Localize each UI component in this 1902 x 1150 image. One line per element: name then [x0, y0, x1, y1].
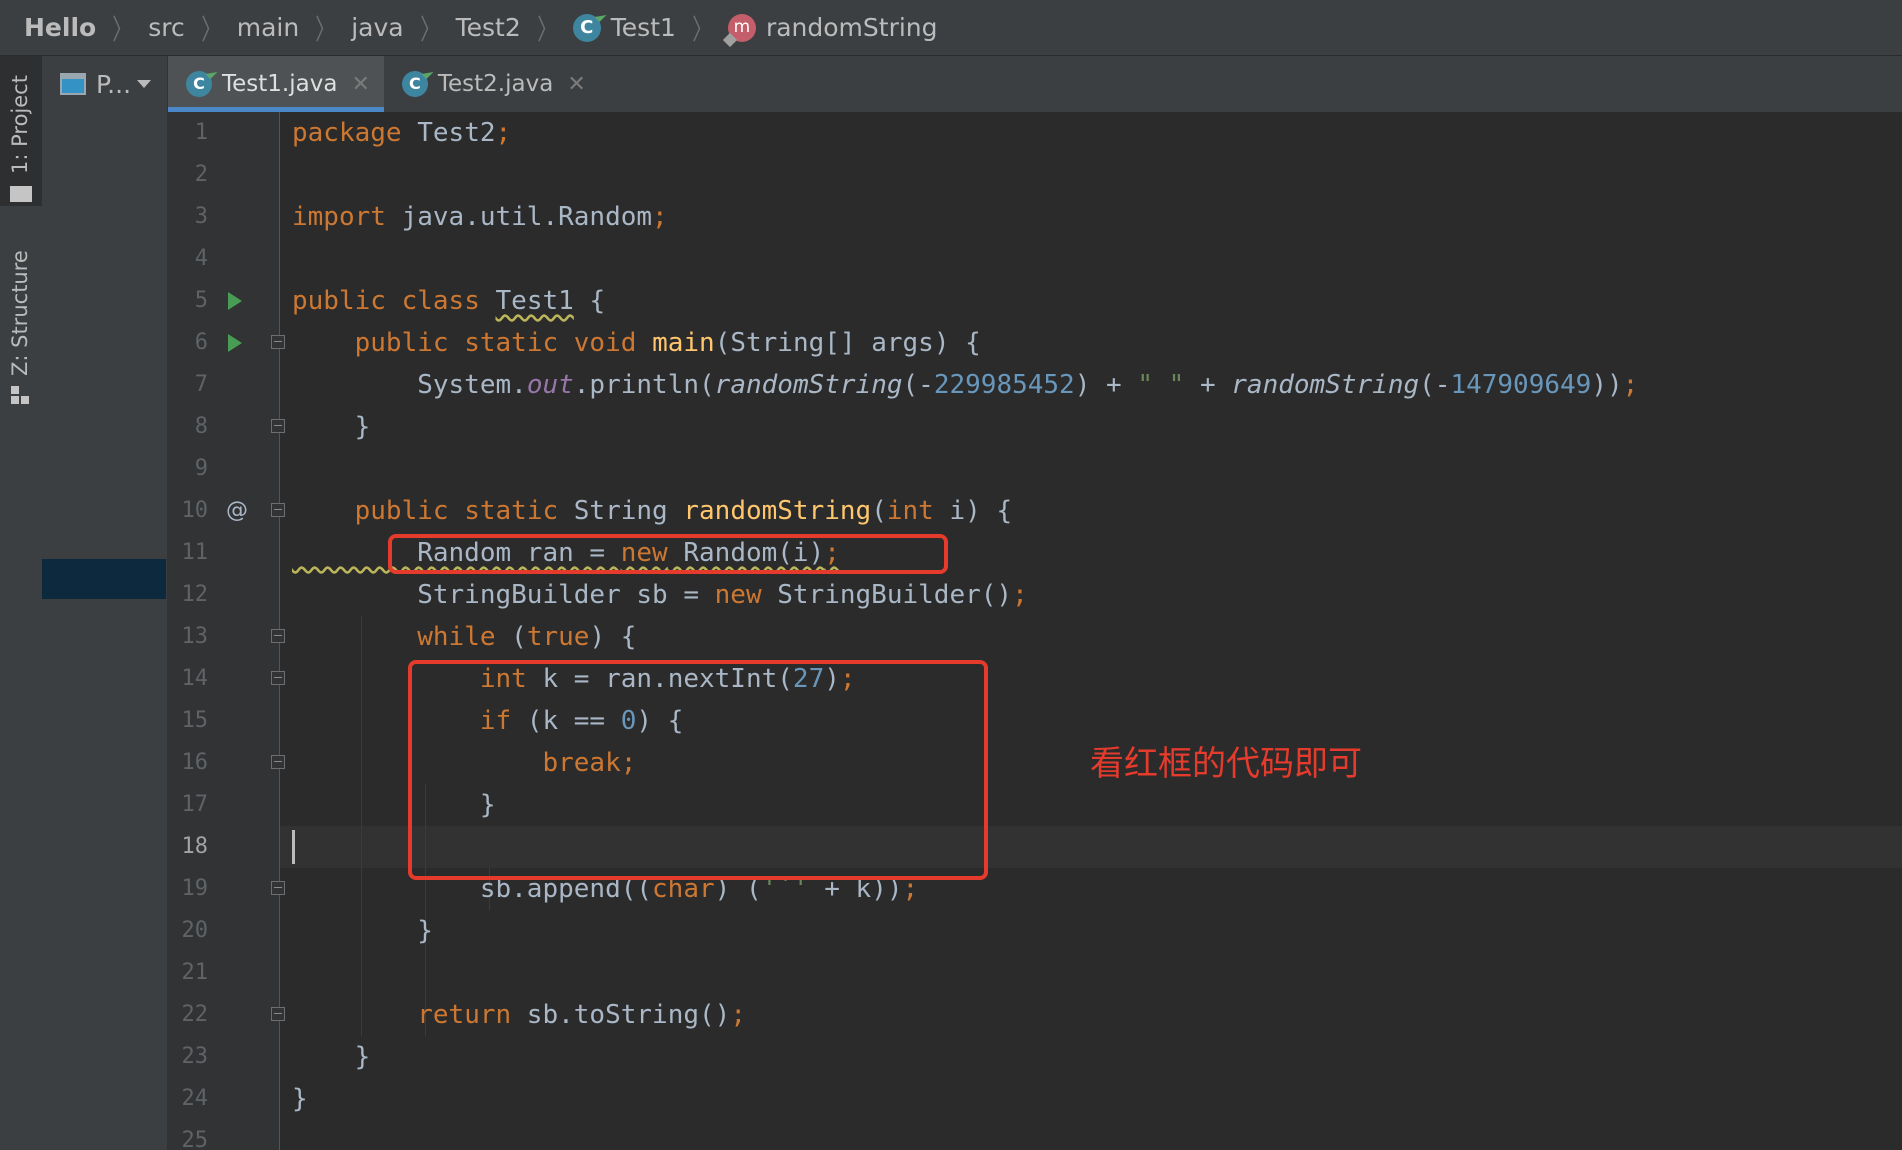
highlight-box-random: [388, 534, 948, 574]
tool-window-strip: 1: Project Z: Structure: [0, 56, 43, 1150]
tab-test1-java[interactable]: C Test1.java ✕: [168, 56, 384, 112]
breadcrumb-class-label: Test1: [610, 13, 676, 42]
code-line[interactable]: public static void main(String[] args) {: [292, 322, 981, 364]
line-number: 4: [194, 246, 208, 271]
line-number: 25: [181, 1128, 209, 1150]
chevron-down-icon: [137, 80, 152, 88]
code-line[interactable]: }: [292, 1036, 371, 1078]
fold-icon[interactable]: [271, 671, 285, 685]
line-number: 22: [181, 1002, 209, 1027]
project-view-icon: [60, 73, 86, 95]
highlight-box-loop: [408, 660, 988, 880]
annotation-at-icon: @: [226, 498, 248, 523]
breadcrumb-item-package[interactable]: Test2: [456, 13, 521, 42]
code-line[interactable]: public static String randomString(int i)…: [292, 490, 1012, 532]
line-number: 2: [194, 162, 208, 187]
code-line[interactable]: import java.util.Random;: [292, 196, 668, 238]
annotation-note: 看红框的代码即可: [1090, 744, 1362, 784]
chevron-right-icon: 〉: [692, 12, 712, 46]
code-line[interactable]: StringBuilder sb = new StringBuilder();: [292, 574, 1028, 616]
line-number: 9: [194, 456, 208, 481]
structure-icon: [11, 386, 29, 404]
java-class-icon: C: [401, 71, 428, 97]
code-line[interactable]: return sb.toString();: [292, 994, 746, 1036]
chevron-right-icon: 〉: [536, 12, 557, 46]
fold-icon[interactable]: [271, 503, 285, 517]
java-class-icon: C: [186, 71, 212, 97]
code-line[interactable]: }: [292, 406, 371, 448]
project-tree-selected-row[interactable]: [42, 559, 166, 599]
folder-icon: [10, 186, 32, 202]
fold-icon[interactable]: [271, 755, 285, 769]
close-icon[interactable]: ✕: [351, 72, 369, 97]
line-number: 7: [194, 372, 208, 397]
line-number: 14: [181, 666, 209, 691]
editor-tab-bar: C Test1.java ✕ C Test2.java ✕: [168, 56, 1902, 113]
tab-label: Test2.java: [437, 71, 554, 97]
fold-icon[interactable]: [271, 629, 285, 643]
line-number: 16: [181, 750, 209, 775]
line-number: 13: [181, 624, 209, 649]
breadcrumb-item-class[interactable]: C Test1: [572, 13, 676, 42]
fold-icon[interactable]: [271, 881, 285, 895]
code-line[interactable]: package Test2;: [292, 112, 511, 154]
line-number: 21: [181, 960, 209, 985]
code-line[interactable]: }: [292, 910, 433, 952]
fold-icon[interactable]: [271, 419, 285, 433]
line-number: 20: [181, 918, 209, 943]
text-cursor: [292, 830, 295, 864]
breadcrumb-method-label: randomString: [765, 13, 938, 42]
line-number: 11: [181, 540, 209, 565]
chevron-right-icon: 〉: [200, 12, 221, 46]
tab-test2-java[interactable]: C Test2.java ✕: [384, 56, 600, 112]
project-view-title: P...: [96, 69, 132, 99]
code-line[interactable]: public class Test1 {: [292, 280, 605, 322]
line-number: 23: [181, 1044, 209, 1069]
project-tab-label: 1: Project: [8, 75, 32, 174]
tab-label: Test1.java: [222, 71, 338, 97]
line-number: 18: [181, 834, 209, 859]
code-line[interactable]: }: [292, 1078, 308, 1120]
chevron-right-icon: 〉: [112, 12, 133, 46]
code-line[interactable]: while (true) {: [292, 616, 636, 658]
close-icon[interactable]: ✕: [567, 72, 585, 97]
line-number: 17: [181, 792, 209, 817]
breadcrumb-item-src[interactable]: src: [148, 13, 185, 42]
fold-icon[interactable]: [271, 1007, 285, 1021]
breadcrumb-item-method[interactable]: m randomString: [727, 13, 938, 42]
line-number: 1: [194, 120, 208, 145]
run-class-icon[interactable]: [228, 292, 242, 310]
method-icon: m: [727, 13, 756, 42]
project-panel: P...: [42, 56, 168, 1150]
breadcrumb-item-main[interactable]: main: [237, 13, 299, 42]
line-number: 3: [194, 204, 208, 229]
line-number: 12: [181, 582, 209, 607]
fold-icon[interactable]: [271, 335, 285, 349]
line-number: 24: [181, 1086, 209, 1111]
structure-tab-label: Z: Structure: [8, 250, 32, 376]
breadcrumb-item-project[interactable]: Hello: [24, 13, 96, 42]
breadcrumb: Hello 〉 src 〉 main 〉 java 〉 Test2 〉 C Te…: [0, 0, 1902, 56]
breadcrumb-item-java[interactable]: java: [351, 13, 403, 42]
tool-window-structure-tab[interactable]: Z: Structure: [0, 246, 42, 416]
chevron-right-icon: 〉: [315, 12, 336, 46]
line-number: 5: [194, 288, 208, 313]
line-number: 15: [181, 708, 209, 733]
run-main-icon[interactable]: [228, 334, 242, 352]
line-number: 19: [181, 876, 209, 901]
tool-window-project-tab[interactable]: 1: Project: [0, 56, 42, 206]
line-number: 8: [194, 414, 208, 439]
code-editor[interactable]: 1 2 3 4 5 6 7 8 9 10 11 12 13 14 15 16 17 18 19 20 21 22 23 24 2…: [168, 112, 1902, 1150]
project-view-selector[interactable]: P...: [42, 56, 167, 112]
line-number: 6: [194, 330, 208, 355]
line-number: 10: [181, 498, 209, 523]
java-class-icon: C: [572, 13, 601, 42]
chevron-right-icon: 〉: [419, 12, 440, 46]
code-line[interactable]: System.out.println(randomString(-2299854…: [292, 364, 1638, 406]
